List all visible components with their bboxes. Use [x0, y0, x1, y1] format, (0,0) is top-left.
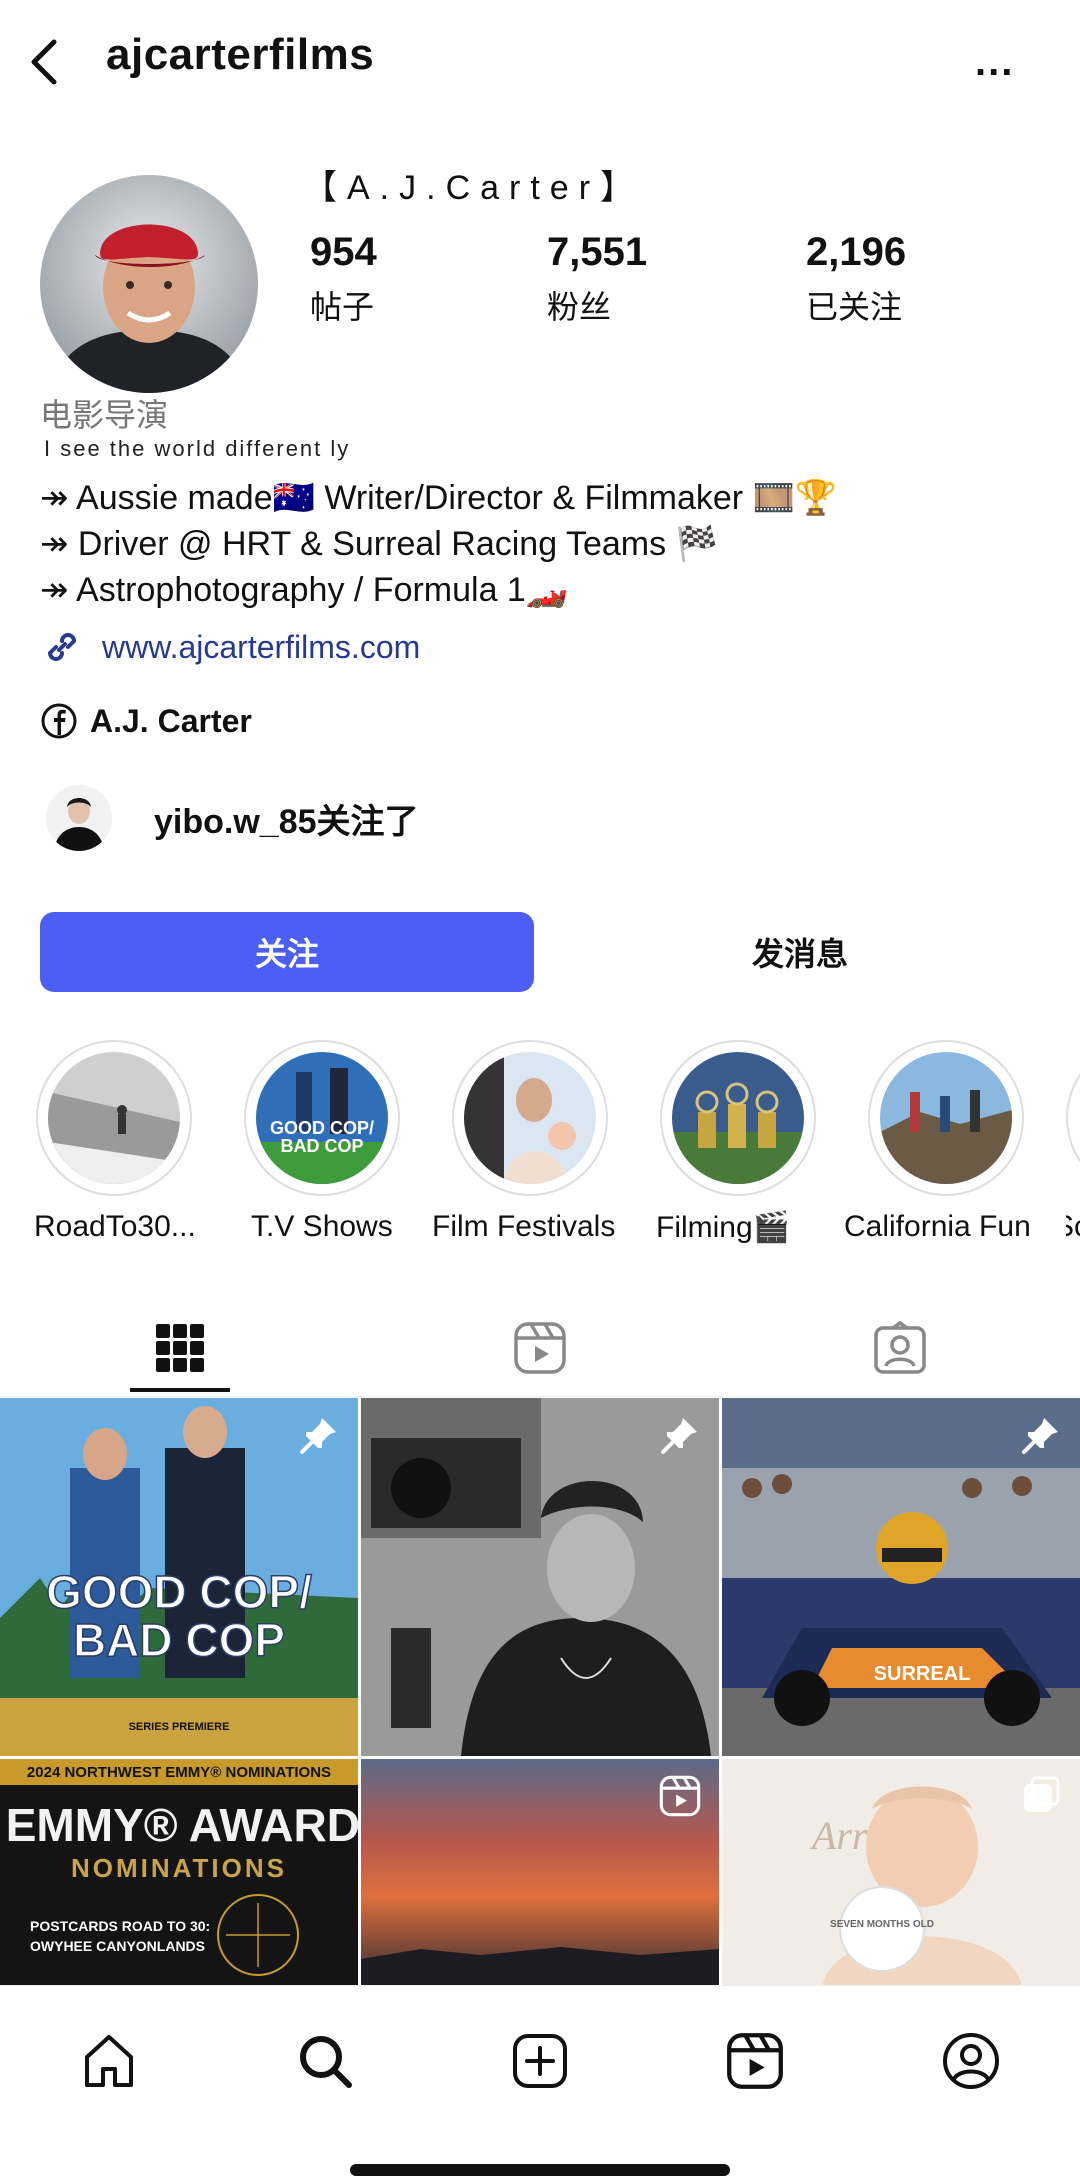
highlight-item[interactable]: California Fun: [844, 1040, 1031, 1243]
nav-home[interactable]: [74, 2026, 144, 2096]
highlight-ring: [660, 1040, 816, 1196]
highlight-cover: [48, 1052, 180, 1184]
post-tile[interactable]: 2024 NORTHWEST EMMY® NOMINATIONS 2 EMMY®…: [0, 1759, 358, 1988]
svg-text:BAD COP: BAD COP: [280, 1136, 363, 1156]
create-icon: [513, 2034, 567, 2088]
highlight-ring: [36, 1040, 192, 1196]
posts-label[interactable]: 帖子: [310, 282, 374, 328]
message-button[interactable]: 发消息: [560, 912, 1040, 992]
following-count[interactable]: 2,196: [806, 230, 906, 275]
facebook-name: A.J. Carter: [90, 702, 252, 739]
avatar[interactable]: [40, 175, 258, 393]
nav-create[interactable]: [505, 2026, 575, 2096]
tab-tagged[interactable]: [720, 1300, 1080, 1396]
website-link-text[interactable]: www.ajcarterfilms.com: [102, 629, 420, 666]
reel-badge-icon: [659, 1775, 701, 1817]
highlight-item[interactable]: Sc: [1066, 1040, 1080, 1270]
profile-category: 电影导演: [40, 397, 169, 433]
reels-icon: [514, 1322, 566, 1374]
followed-by-text: yibo.w_85关注了: [154, 802, 419, 841]
nav-profile[interactable]: [936, 2026, 1006, 2096]
profile-tabs: [0, 1300, 1080, 1397]
poster-small-text: SERIES PREMIERE: [129, 1721, 230, 1733]
nav-search[interactable]: [290, 2026, 360, 2096]
emmy-header-text: 2024 NORTHWEST EMMY® NOMINATIONS: [27, 1764, 331, 1781]
reels-icon: [727, 2033, 783, 2089]
following-label[interactable]: 已关注: [806, 282, 902, 328]
emmy-show-text: OWYHEE CANYONLANDS: [30, 1938, 205, 1954]
facebook-link[interactable]: A.J. Carter: [40, 702, 252, 740]
header-username: ajcarterfilms: [106, 30, 375, 79]
home-indicator: [350, 2164, 730, 2176]
chevron-left-icon: [31, 39, 57, 85]
tagged-icon: [874, 1321, 926, 1374]
highlight-label: Filming🎬: [656, 1211, 791, 1244]
highlight-label: RoadTo30...: [34, 1210, 196, 1243]
avatar-image: [40, 175, 258, 393]
highlight-cover: [880, 1052, 1012, 1184]
highlight-cover: GOOD COP/ BAD COP: [256, 1052, 388, 1184]
emmy-show-text: POSTCARDS ROAD TO 30:: [30, 1918, 210, 1934]
pin-icon: [661, 1418, 697, 1454]
followers-count[interactable]: 7,551: [547, 230, 647, 275]
pin-icon: [300, 1418, 336, 1454]
post-tile[interactable]: [361, 1398, 719, 1756]
highlight-cover: [464, 1052, 596, 1184]
highlight-label: Sc: [1066, 1210, 1080, 1244]
highlight-ring: GOOD COP/ BAD COP: [244, 1040, 400, 1196]
follower-avatar: [46, 785, 112, 851]
tab-reels[interactable]: [360, 1300, 720, 1396]
post-tile[interactable]: [361, 1759, 719, 1988]
post-tile[interactable]: GOOD COP/ BAD COP SERIES PREMIERE: [0, 1398, 358, 1756]
post-tile[interactable]: Arri SEVEN MONTHS OLD: [722, 1759, 1080, 1988]
profile-tagline: I see the world different ly: [44, 436, 351, 461]
followed-by-row[interactable]: yibo.w_85关注了: [46, 785, 419, 851]
follow-button[interactable]: 关注: [40, 912, 534, 992]
search-icon: [300, 2036, 352, 2088]
highlight-ring: [452, 1040, 608, 1196]
posts-count[interactable]: 954: [310, 230, 377, 275]
post-image: 2024 NORTHWEST EMMY® NOMINATIONS 2 EMMY®…: [0, 1759, 358, 1988]
bio-line: ↠ Astrophotography / Formula 1🏎️: [40, 571, 569, 609]
highlight-item[interactable]: GOOD COP/ BAD COP T.V Shows: [244, 1040, 404, 1243]
home-icon: [85, 2035, 133, 2087]
highlight-item[interactable]: RoadTo30...: [34, 1040, 196, 1243]
website-link[interactable]: www.ajcarterfilms.com: [40, 625, 420, 669]
carousel-icon: [1024, 1776, 1060, 1812]
bottom-nav: [0, 1985, 1080, 2184]
emmy-subtitle-text: NOMINATIONS: [71, 1853, 287, 1883]
more-options-button[interactable]: ...: [975, 40, 1014, 85]
posts-grid: GOOD COP/ BAD COP SERIES PREMIERE SURREA…: [0, 1398, 1080, 1988]
emmy-title-text: 2 EMMY® AWARDS: [0, 1799, 358, 1851]
followers-label[interactable]: 粉丝: [547, 282, 611, 328]
back-button[interactable]: [28, 32, 72, 92]
active-tab-indicator: [130, 1388, 230, 1392]
profile-icon: [943, 2033, 999, 2089]
highlight-label: T.V Shows: [251, 1210, 393, 1243]
highlight-item[interactable]: Film Festivals: [432, 1040, 615, 1243]
highlight-cover: [672, 1052, 804, 1184]
highlight-label: Film Festivals: [432, 1210, 616, 1243]
highlight-label: California Fun: [844, 1210, 1031, 1243]
kart-text: SURREAL: [874, 1663, 971, 1685]
highlight-ring: [1066, 1040, 1080, 1196]
pin-icon: [1022, 1418, 1058, 1454]
display-name: 【A.J.Carter】: [303, 169, 645, 207]
facebook-icon: [41, 703, 77, 739]
bio-line: ↠ Driver @ HRT & Surreal Racing Teams 🏁: [40, 525, 718, 563]
svg-text:GOOD COP/: GOOD COP/: [270, 1118, 374, 1138]
link-icon: [47, 632, 77, 662]
highlight-item[interactable]: Filming🎬: [656, 1040, 820, 1244]
poster-title-line: GOOD COP/: [46, 1566, 312, 1618]
nav-reels[interactable]: [720, 2026, 790, 2096]
grid-icon: [156, 1324, 204, 1372]
bio-line: ↠ Aussie made🇦🇺 Writer/Director & Filmma…: [40, 479, 838, 517]
post-tile[interactable]: SURREAL: [722, 1398, 1080, 1756]
poster-title-line: BAD COP: [73, 1614, 285, 1666]
milestone-disc-text: SEVEN MONTHS OLD: [830, 1919, 934, 1930]
tab-grid[interactable]: [0, 1300, 360, 1396]
more-icon: ...: [975, 40, 1015, 84]
highlight-ring: [868, 1040, 1024, 1196]
